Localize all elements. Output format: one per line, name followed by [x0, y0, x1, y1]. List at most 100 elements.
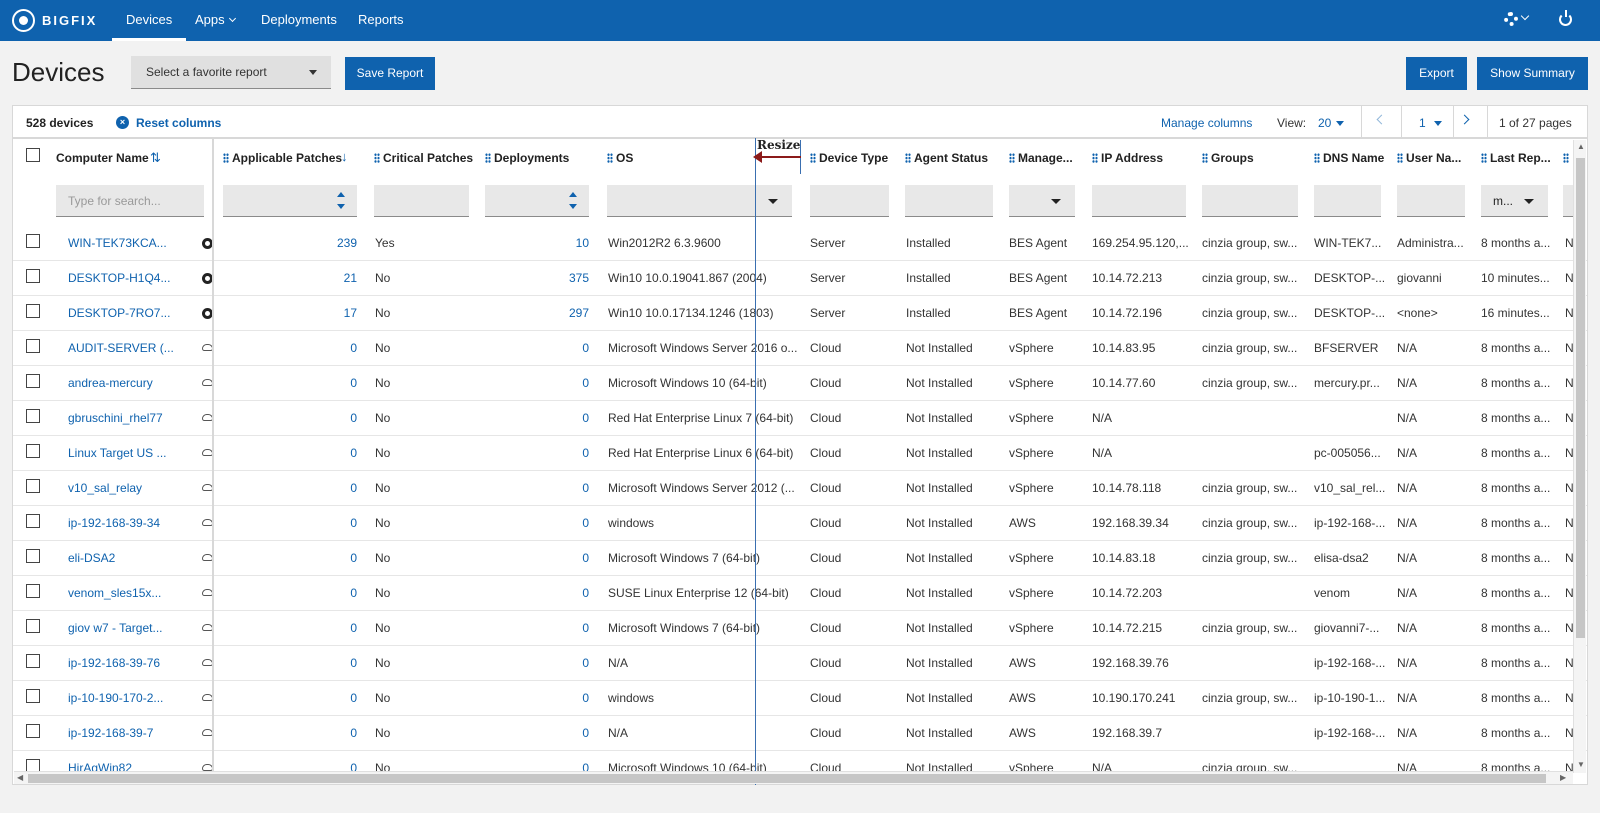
table-row[interactable]: gbruschini_rhel77 0 No 0 Red Hat Enterprise …	[13, 401, 1587, 436]
scroll-down-icon[interactable]: ▼	[1577, 760, 1585, 769]
table-row[interactable]: andrea-mercury 0 No 0 Microsoft Windows 10 (…	[13, 366, 1587, 401]
reset-columns-link[interactable]: Reset columns	[136, 116, 221, 130]
column-header-user-name[interactable]: User Na...	[1397, 151, 1461, 165]
row-checkbox[interactable]	[26, 654, 40, 668]
applicable-patches-value[interactable]: 0	[223, 621, 357, 635]
table-row[interactable]: giov w7 - Target... 0 No 0 Microsoft Windows…	[13, 611, 1587, 646]
deployments-value[interactable]: 0	[485, 656, 589, 670]
applicable-patches-filter[interactable]	[223, 185, 357, 217]
row-checkbox[interactable]	[26, 234, 40, 248]
drag-handle-icon[interactable]	[810, 153, 816, 163]
deployments-filter[interactable]	[485, 185, 589, 217]
page-select[interactable]: 1	[1419, 116, 1442, 130]
show-summary-button[interactable]: Show Summary	[1477, 57, 1588, 90]
critical-patches-filter[interactable]	[374, 185, 469, 217]
computer-name-search-input[interactable]: Type for search...	[56, 185, 204, 217]
table-row[interactable]: eli-DSA2 0 No 0 Microsoft Windows 7 (64-bit)…	[13, 541, 1587, 576]
drag-handle-icon[interactable]	[1314, 153, 1320, 163]
favorite-report-select[interactable]: Select a favorite report	[131, 56, 331, 89]
drag-handle-icon[interactable]	[223, 153, 229, 163]
os-filter[interactable]	[607, 185, 792, 217]
computer-name-link[interactable]: v10_sal_relay	[68, 481, 186, 495]
computer-name-link[interactable]: eli-DSA2	[68, 551, 186, 565]
table-row[interactable]: ip-10-190-170-2... 0 No 0 windows Cloud Not In…	[13, 681, 1587, 716]
drag-handle-icon[interactable]	[1009, 153, 1015, 163]
applicable-patches-value[interactable]: 0	[223, 481, 357, 495]
nav-devices[interactable]: Devices	[112, 0, 187, 41]
page-size-select[interactable]: 20	[1318, 116, 1345, 130]
table-row[interactable]: AUDIT-SERVER (... 0 No 0 Microsoft Windows S…	[13, 331, 1587, 366]
deployments-value[interactable]: 0	[485, 516, 589, 530]
computer-name-link[interactable]: AUDIT-SERVER (...	[68, 341, 186, 355]
drag-handle-icon[interactable]	[374, 153, 380, 163]
computer-name-link[interactable]: DESKTOP-7RO7...	[68, 306, 186, 320]
applicable-patches-value[interactable]: 0	[223, 691, 357, 705]
table-row[interactable]: v10_sal_relay 0 No 0 Microsoft Windows Serve…	[13, 471, 1587, 506]
applicable-patches-value[interactable]: 0	[223, 586, 357, 600]
managed-by-filter[interactable]	[1009, 185, 1075, 217]
row-checkbox[interactable]	[26, 409, 40, 423]
stepper-icon[interactable]	[569, 190, 577, 212]
drag-handle-icon[interactable]	[607, 153, 613, 163]
scroll-right-icon[interactable]: ▶	[1560, 773, 1566, 782]
ip-address-filter[interactable]	[1092, 185, 1186, 217]
deployments-value[interactable]: 375	[485, 271, 589, 285]
chevron-left-icon[interactable]	[1376, 114, 1387, 125]
applicable-patches-value[interactable]: 0	[223, 376, 357, 390]
deployments-value[interactable]: 0	[485, 446, 589, 460]
select-all-checkbox[interactable]	[26, 148, 40, 162]
vertical-scroll-thumb[interactable]	[1576, 158, 1585, 638]
computer-name-link[interactable]: ip-192-168-39-76	[68, 656, 186, 670]
table-row[interactable]: ip-192-168-39-34 0 No 0 windows Cloud Not Inst…	[13, 506, 1587, 541]
device-type-filter[interactable]	[810, 185, 889, 217]
column-header-critical-patches[interactable]: Critical Patches	[374, 151, 473, 165]
export-button[interactable]: Export	[1406, 57, 1467, 90]
table-row[interactable]: WIN-TEK73KCA... 239 Yes 10 Win2012R2 6.3.960…	[13, 226, 1587, 261]
applicable-patches-value[interactable]: 0	[223, 726, 357, 740]
drag-handle-icon[interactable]	[1092, 153, 1098, 163]
applicable-patches-value[interactable]: 0	[223, 411, 357, 425]
horizontal-scrollbar[interactable]: ◀ ▶	[14, 771, 1573, 784]
drag-handle-icon[interactable]	[1481, 153, 1487, 163]
computer-name-link[interactable]: venom_sles15x...	[68, 586, 186, 600]
sort-down-icon[interactable]: ↓	[341, 149, 348, 164]
nav-reports[interactable]: Reports	[344, 0, 418, 41]
gear-icon[interactable]	[1504, 12, 1518, 26]
nav-apps[interactable]: Apps	[181, 0, 249, 41]
applicable-patches-value[interactable]: 0	[223, 341, 357, 355]
row-checkbox[interactable]	[26, 269, 40, 283]
applicable-patches-value[interactable]: 0	[223, 446, 357, 460]
computer-name-link[interactable]: Linux Target US ...	[68, 446, 186, 460]
row-checkbox[interactable]	[26, 444, 40, 458]
row-checkbox[interactable]	[26, 374, 40, 388]
computer-name-link[interactable]: ip-192-168-39-7	[68, 726, 186, 740]
table-row[interactable]: ip-192-168-39-7 0 No 0 N/A Cloud Not Installed…	[13, 716, 1587, 751]
column-header-agent-status[interactable]: Agent Status	[905, 151, 988, 165]
computer-name-link[interactable]: gbruschini_rhel77	[68, 411, 186, 425]
deployments-value[interactable]: 0	[485, 586, 589, 600]
reset-icon[interactable]: ×	[116, 116, 129, 129]
drag-handle-icon[interactable]	[485, 153, 491, 163]
column-header-device-type[interactable]: Device Type	[810, 151, 888, 165]
deployments-value[interactable]: 0	[485, 691, 589, 705]
save-report-button[interactable]: Save Report	[345, 57, 435, 90]
applicable-patches-value[interactable]: 0	[223, 551, 357, 565]
applicable-patches-value[interactable]: 239	[223, 236, 357, 250]
applicable-patches-value[interactable]: 0	[223, 656, 357, 670]
row-checkbox[interactable]	[26, 514, 40, 528]
row-checkbox[interactable]	[26, 304, 40, 318]
row-checkbox[interactable]	[26, 724, 40, 738]
row-checkbox[interactable]	[26, 584, 40, 598]
drag-handle-icon[interactable]	[1563, 153, 1569, 163]
vertical-scrollbar[interactable]: ▲ ▼	[1573, 140, 1586, 773]
column-header-computer-name[interactable]: Computer Name	[56, 151, 149, 165]
row-checkbox[interactable]	[26, 339, 40, 353]
user-name-filter[interactable]	[1397, 185, 1465, 217]
column-header-dns-name[interactable]: DNS Name	[1314, 151, 1384, 165]
computer-name-link[interactable]: WIN-TEK73KCA...	[68, 236, 186, 250]
column-header-deployments[interactable]: Deployments	[485, 151, 569, 165]
scroll-up-icon[interactable]: ▲	[1577, 142, 1585, 151]
column-header-groups[interactable]: Groups	[1202, 151, 1254, 165]
chevron-down-icon[interactable]	[1520, 11, 1530, 21]
column-header-applicable-patches[interactable]: Applicable Patches	[223, 151, 342, 165]
